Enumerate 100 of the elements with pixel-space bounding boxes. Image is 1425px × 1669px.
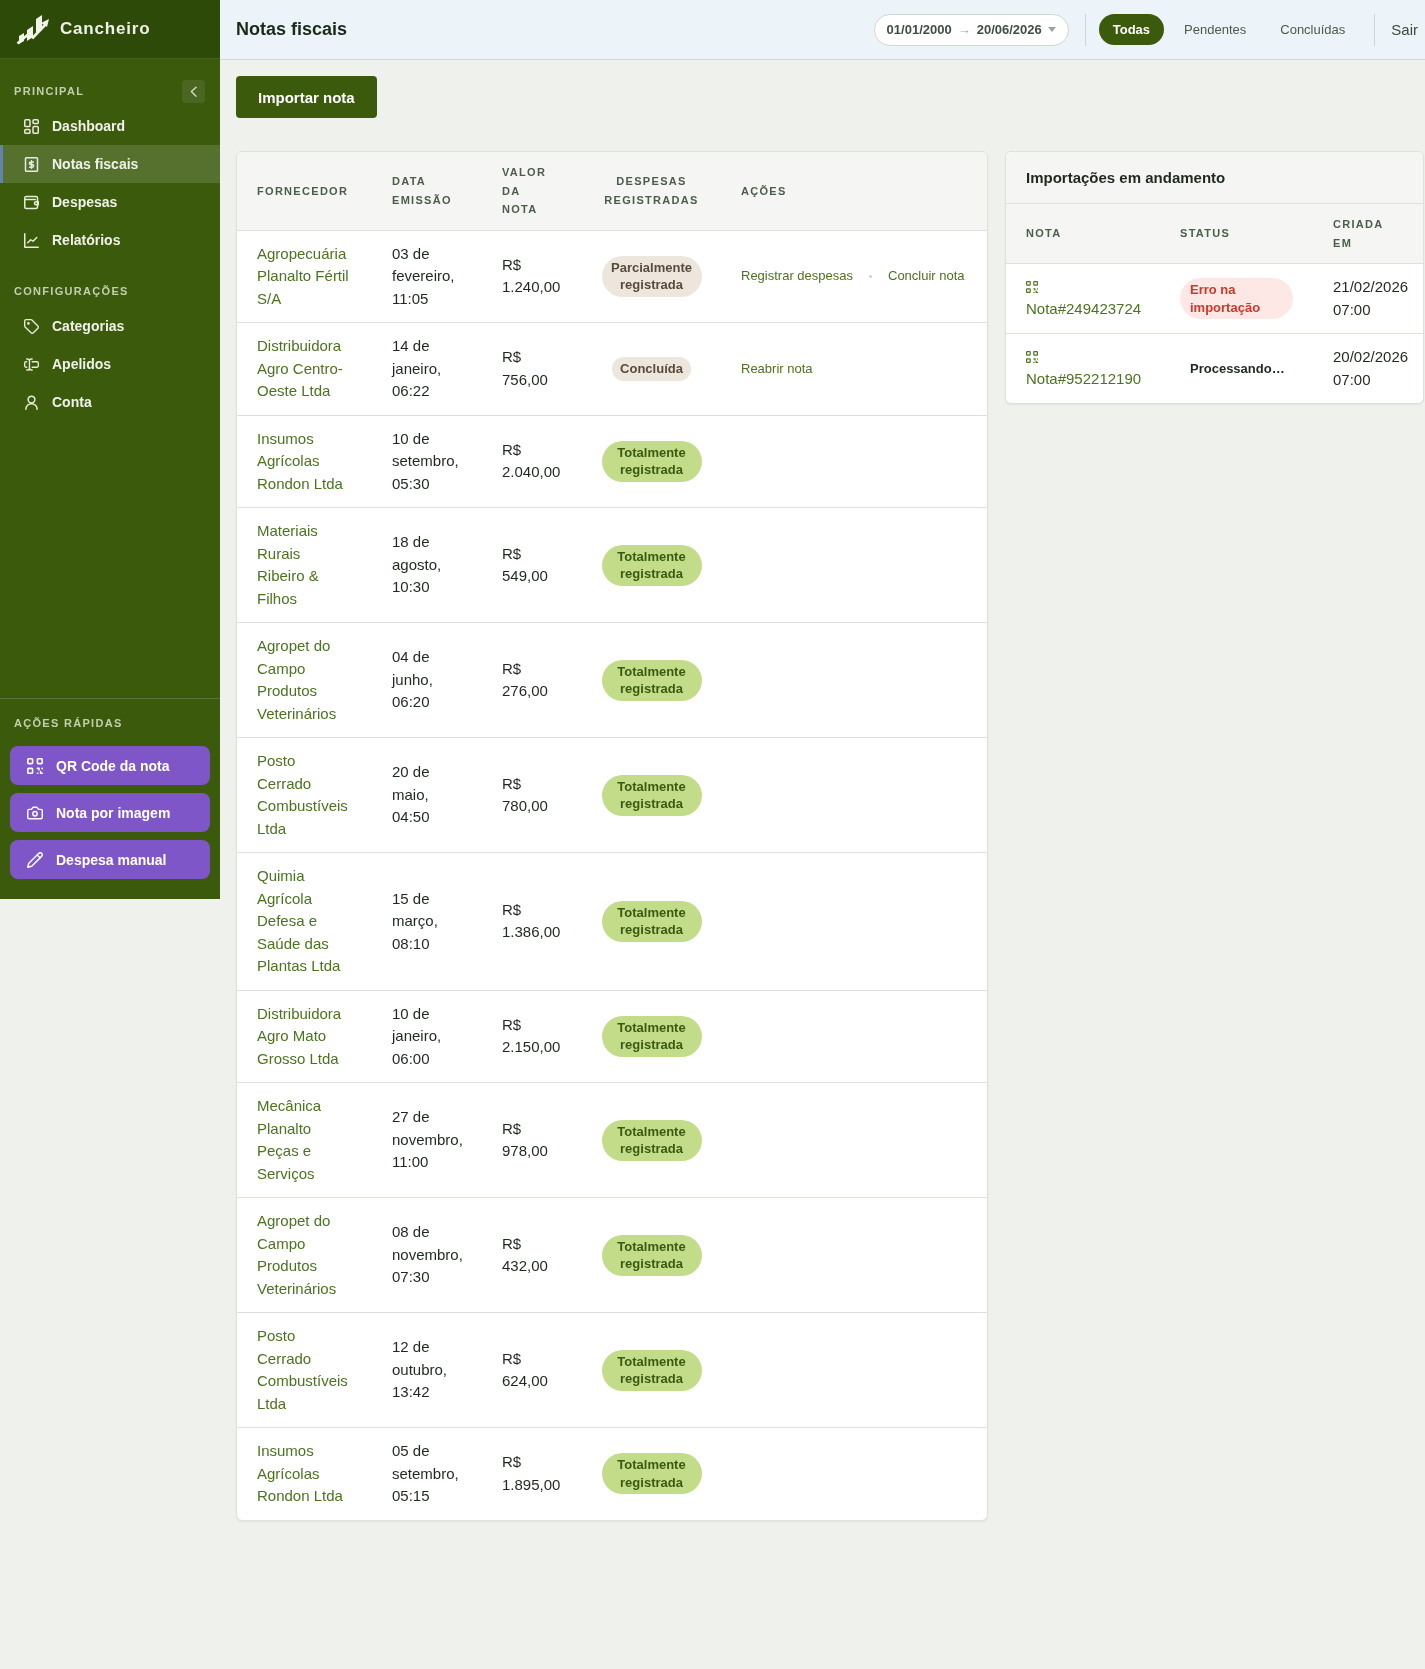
section-title: AÇÕES RÁPIDAS xyxy=(13,716,124,730)
status-badge: Erro na importação xyxy=(1180,278,1293,319)
issue-date-cell: 12 de outubro, 13:42 xyxy=(372,1312,482,1428)
wallet-icon xyxy=(24,194,39,210)
nav-item[interactable]: Relatórios xyxy=(0,221,220,259)
status-badge: Totalmente registrada xyxy=(601,1234,702,1276)
filter-tab[interactable]: Concluídas xyxy=(1266,14,1360,45)
logo-icon xyxy=(16,13,50,45)
status-badge: Totalmente registrada xyxy=(601,544,702,586)
quick-action-button[interactable]: Nota por imagem xyxy=(10,793,210,832)
amount-cell: R$ 756,00 xyxy=(482,322,582,415)
tag-icon xyxy=(24,318,39,334)
column-header: DATA EMISSÃO xyxy=(372,152,482,230)
chevron-left-icon xyxy=(190,85,197,97)
supplier-link[interactable]: Agropet do Campo Produtos Veterinários xyxy=(257,1210,349,1300)
quick-action-button[interactable]: QR Code da nota xyxy=(10,746,210,785)
supplier-link[interactable]: Agropecuária Planalto Fértil S/A xyxy=(257,242,349,310)
section-title: PRINCIPAL xyxy=(14,84,85,98)
import-button[interactable]: Importar nota xyxy=(236,76,377,118)
note-link[interactable]: Nota#249423724 xyxy=(1026,298,1160,321)
nav-item[interactable]: Apelidos xyxy=(0,345,220,383)
action-link[interactable]: Reabrir nota xyxy=(741,357,813,380)
issue-date-cell: 08 de novembro, 07:30 xyxy=(372,1197,482,1313)
issue-date-cell: 10 de janeiro, 06:00 xyxy=(372,990,482,1083)
logout-link[interactable]: Sair xyxy=(1391,21,1418,38)
amount-cell: R$ 276,00 xyxy=(482,622,582,738)
status-badge: Totalmente registrada xyxy=(601,659,702,701)
collapse-button[interactable] xyxy=(182,79,205,103)
amount-cell: R$ 432,00 xyxy=(482,1197,582,1313)
issue-date-cell: 20 de maio, 04:50 xyxy=(372,737,482,853)
action-link[interactable]: Concluir nota xyxy=(888,265,965,288)
issue-date-cell: 10 de setembro, 05:30 xyxy=(372,415,482,508)
status-badge: Parcialmente registrada xyxy=(601,255,702,297)
dot-separator-icon xyxy=(869,274,872,278)
status-badge: Totalmente registrada xyxy=(601,1349,702,1391)
supplier-link[interactable]: Distribuidora Agro Centro-Oeste Ltda xyxy=(257,335,349,403)
status-badge: Totalmente registrada xyxy=(601,1119,702,1161)
page-title: Notas fiscais xyxy=(236,19,348,40)
nav-item[interactable]: Categorias xyxy=(0,307,220,345)
filter-tab[interactable]: Todas xyxy=(1098,14,1165,45)
supplier-link[interactable]: Insumos Agrícolas Rondon Ltda xyxy=(257,427,349,495)
supplier-link[interactable]: Posto Cerrado Combustíveis Ltda xyxy=(257,1325,349,1415)
amount-cell: R$ 780,00 xyxy=(482,737,582,853)
column-header: NOTA xyxy=(1006,204,1160,264)
qr-code-icon xyxy=(27,757,43,774)
issue-date-cell: 18 de agosto, 10:30 xyxy=(372,507,482,623)
camera-icon xyxy=(27,804,43,821)
supplier-link[interactable]: Agropet do Campo Produtos Veterinários xyxy=(257,635,349,725)
amount-cell: R$ 2.150,00 xyxy=(482,990,582,1083)
text-cursor-icon xyxy=(24,356,39,372)
section-title: CONFIGURAÇÕES xyxy=(14,284,129,298)
status-badge: Totalmente registrada xyxy=(601,440,702,482)
issue-date-cell: 27 de novembro, 11:00 xyxy=(372,1082,482,1198)
filter-tab[interactable]: Pendentes xyxy=(1170,14,1261,45)
supplier-link[interactable]: Distribuidora Agro Mato Grosso Ltda xyxy=(257,1002,349,1070)
issue-date-cell: 04 de junho, 06:20 xyxy=(372,622,482,738)
status-badge: Totalmente registrada xyxy=(601,1015,702,1057)
line-chart-icon xyxy=(24,232,39,248)
panel-title: Importações em andamento xyxy=(1006,152,1423,204)
grid-icon xyxy=(24,118,39,134)
column-header: AÇÕES xyxy=(721,152,987,230)
action-link[interactable]: Registrar despesas xyxy=(741,265,853,288)
brand-name: Cancheiro xyxy=(60,19,151,39)
supplier-link[interactable]: Mecânica Planalto Peças e Serviços xyxy=(257,1095,349,1185)
status-text: Processando… xyxy=(1189,359,1286,378)
nav-item[interactable]: Conta xyxy=(0,383,220,421)
issue-date-cell: 15 de março, 08:10 xyxy=(372,852,482,990)
amount-cell: R$ 1.386,00 xyxy=(482,852,582,990)
date-range-picker[interactable]: 01/01/2000 → 20/06/2026 xyxy=(873,13,1069,46)
nav-item[interactable]: Notas fiscais xyxy=(0,145,220,183)
user-icon xyxy=(24,394,39,410)
issue-date-cell: 05 de setembro, 05:15 xyxy=(372,1427,482,1520)
pencil-icon xyxy=(27,851,43,868)
receipt-icon xyxy=(24,156,39,172)
column-header: VALOR DA NOTA xyxy=(482,152,582,230)
column-header: DESPESAS REGISTRADAS xyxy=(582,152,721,230)
column-header: CRIADA EM xyxy=(1313,204,1423,264)
status-badge: Totalmente registrada xyxy=(601,1453,702,1495)
qr-code-icon xyxy=(1026,281,1038,294)
amount-cell: R$ 978,00 xyxy=(482,1082,582,1198)
quick-action-button[interactable]: Despesa manual xyxy=(10,840,210,879)
status-badge: Concluída xyxy=(612,357,691,381)
status-badge: Totalmente registrada xyxy=(601,774,702,816)
supplier-link[interactable]: Posto Cerrado Combustíveis Ltda xyxy=(257,750,349,840)
note-link[interactable]: Nota#952212190 xyxy=(1026,368,1160,391)
nav-item[interactable]: Dashboard xyxy=(0,107,220,145)
amount-cell: R$ 1.240,00 xyxy=(482,230,582,323)
qr-code-icon xyxy=(1026,351,1038,364)
caret-icon xyxy=(1047,27,1056,32)
status-badge: Totalmente registrada xyxy=(601,900,702,942)
issue-date-cell: 14 de janeiro, 06:22 xyxy=(372,322,482,415)
issue-date-cell: 03 de fevereiro, 11:05 xyxy=(372,230,482,323)
amount-cell: R$ 624,00 xyxy=(482,1312,582,1428)
supplier-link[interactable]: Insumos Agrícolas Rondon Ltda xyxy=(257,1440,349,1508)
amount-cell: R$ 549,00 xyxy=(482,507,582,623)
supplier-link[interactable]: Quimia Agrícola Defesa e Saúde das Plantas Ltda xyxy=(257,865,349,978)
column-header: FORNECEDOR xyxy=(237,152,372,230)
nav-item[interactable]: Despesas xyxy=(0,183,220,221)
amount-cell: R$ 2.040,00 xyxy=(482,415,582,508)
supplier-link[interactable]: Materiais Rurais Ribeiro & Filhos xyxy=(257,520,349,610)
